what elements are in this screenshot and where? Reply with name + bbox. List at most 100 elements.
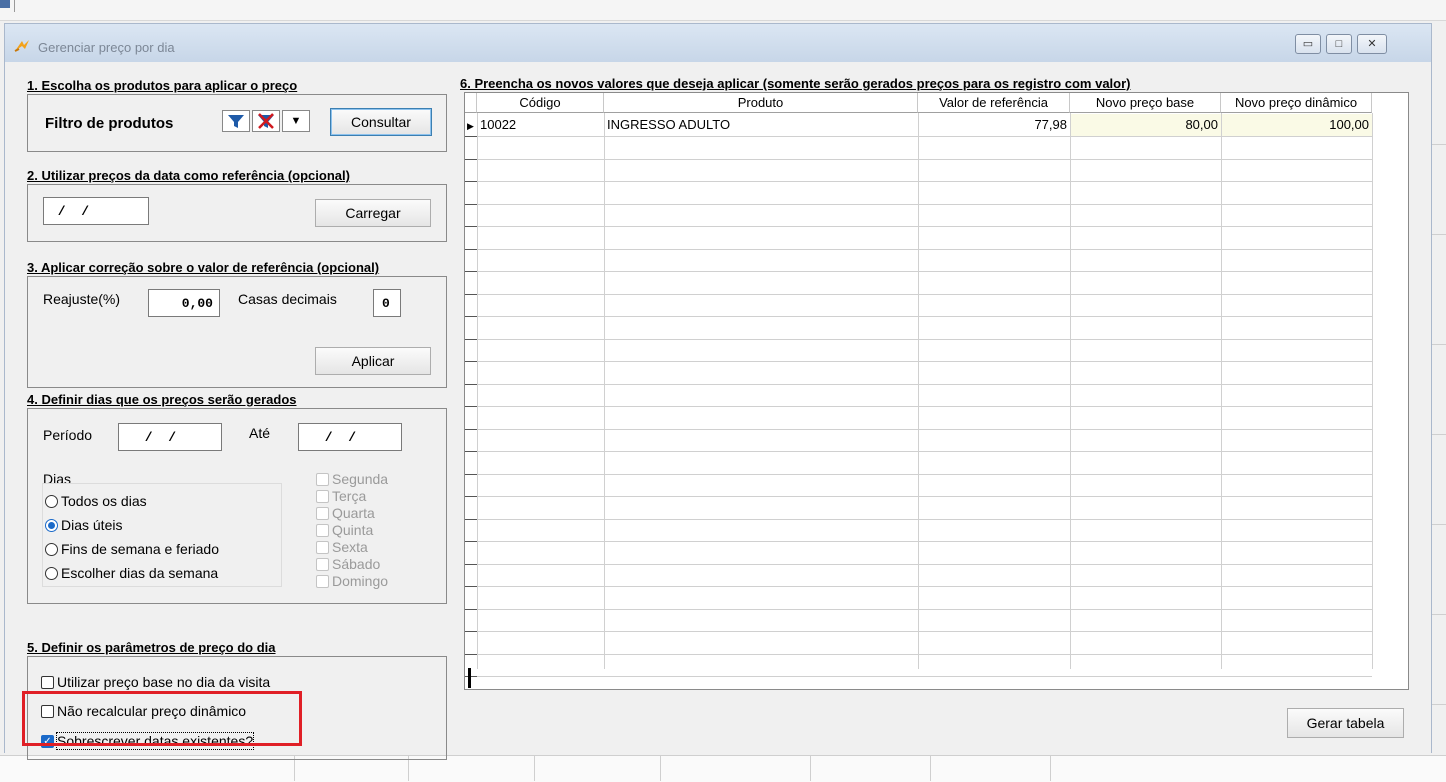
products-grid[interactable]: Código Produto Valor de referência Novo … <box>464 92 1409 690</box>
gerar-tabela-button[interactable]: Gerar tabela <box>1287 708 1404 738</box>
ate-field[interactable] <box>298 423 402 451</box>
radio-dias-uteis[interactable]: Dias úteis <box>45 517 122 533</box>
radio-indicator <box>45 566 58 580</box>
casas-decimais-label: Casas decimais <box>238 291 337 307</box>
column-header-novo-preco-base[interactable]: Novo preço base <box>1070 93 1221 113</box>
window-content: 1. Escolha os produtos para aplicar o pr… <box>5 62 1431 760</box>
checkbox-domingo[interactable]: Domingo <box>316 573 388 589</box>
filter-icon <box>228 115 244 128</box>
grid-row-line <box>477 316 1372 317</box>
background-grid-cell <box>810 756 811 781</box>
checkbox-terca[interactable]: Terça <box>316 488 366 504</box>
row-indicator-tick <box>465 158 477 160</box>
app-icon <box>0 0 10 8</box>
radio-fins-de-semana[interactable]: Fins de semana e feriado <box>45 541 219 557</box>
reference-date-field[interactable] <box>43 197 149 225</box>
radio-todos-os-dias[interactable]: Todos os dias <box>45 493 147 509</box>
maximize-icon: □ <box>1335 38 1343 50</box>
clear-filter-button[interactable] <box>252 110 280 132</box>
background-grid-line <box>1432 614 1446 615</box>
toolbar-separator <box>14 0 15 12</box>
row-indicator-tick <box>465 586 477 587</box>
row-indicator-tick <box>465 631 477 632</box>
carregar-button[interactable]: Carregar <box>315 199 431 227</box>
app-logo-icon <box>14 40 29 52</box>
checkbox-quinta[interactable]: Quinta <box>316 522 373 538</box>
grid-row-line <box>477 293 1372 295</box>
cell-novo-preco-base[interactable]: 80,00 <box>1071 114 1221 136</box>
row-indicator-tick <box>465 361 477 362</box>
row-indicator-tick <box>465 181 477 182</box>
maximize-button[interactable]: □ <box>1326 34 1352 54</box>
current-row-indicator-icon: ▶ <box>467 121 474 131</box>
column-header-codigo[interactable]: Código <box>477 93 604 113</box>
row-indicator-tick <box>465 473 477 475</box>
background-grid-line <box>1432 144 1446 145</box>
periodo-input[interactable] <box>119 424 221 450</box>
checkbox-segunda[interactable]: Segunda <box>316 471 388 487</box>
row-indicator-tick <box>465 608 477 610</box>
chevron-down-icon: ▼ <box>290 115 302 127</box>
column-header-produto[interactable]: Produto <box>604 93 918 113</box>
grid-row-line <box>477 248 1372 250</box>
column-header-novo-preco-dinamico[interactable]: Novo preço dinâmico <box>1221 93 1372 113</box>
radio-escolher-dias[interactable]: Escolher dias da semana <box>45 565 218 581</box>
row-indicator-tick <box>465 428 477 430</box>
background-grid-cell <box>660 756 661 781</box>
cell-novo-preco-dinamico[interactable]: 100,00 <box>1222 114 1372 136</box>
filter-button[interactable] <box>222 110 250 132</box>
cell-valor-referencia[interactable]: 77,98 <box>918 114 1070 136</box>
highlight-box <box>22 691 302 746</box>
periodo-field[interactable] <box>118 423 222 451</box>
section4-box: Período Até Dias Todos os dias Dias útei… <box>27 408 447 604</box>
grid-row-line <box>477 158 1372 160</box>
row-indicator-tick <box>465 293 477 295</box>
close-button[interactable]: ✕ <box>1357 34 1387 54</box>
background-grid-cell <box>930 756 931 781</box>
aplicar-button[interactable]: Aplicar <box>315 347 431 375</box>
casas-decimais-input[interactable] <box>374 290 400 316</box>
checkbox-utilizar-preco-base[interactable]: Utilizar preço base no dia da visita <box>41 674 270 690</box>
cell-produto[interactable]: INGRESSO ADULTO <box>604 114 918 136</box>
cell-codigo[interactable]: 10022 <box>477 114 604 136</box>
checkbox-sexta[interactable]: Sexta <box>316 539 368 555</box>
grid-row-line <box>477 586 1372 587</box>
radio-indicator <box>45 542 58 556</box>
consultar-button[interactable]: Consultar <box>330 108 432 136</box>
row-indicator-tick <box>465 406 477 407</box>
row-indicator-tick <box>465 496 477 497</box>
radio-indicator-selected <box>45 518 58 532</box>
reajuste-label: Reajuste(%) <box>43 291 121 307</box>
grid-row-line <box>477 541 1372 542</box>
filter-dropdown-button[interactable]: ▼ <box>282 110 310 132</box>
section3-box: Reajuste(%) Casas decimais Aplicar <box>27 276 447 388</box>
section1-box: Filtro de produtos ▼ Consultar <box>27 94 447 152</box>
grid-row-line <box>477 136 1372 137</box>
row-indicator-tick <box>465 271 477 272</box>
grid-row-line <box>477 518 1372 520</box>
casas-decimais-field[interactable] <box>373 289 401 317</box>
column-header-valor-referencia[interactable]: Valor de referência <box>918 93 1070 113</box>
title-bar[interactable]: Gerenciar preço por dia ▭ □ ✕ <box>5 24 1431 62</box>
grid-row-line <box>477 451 1372 452</box>
background-grid-line <box>1432 704 1446 705</box>
section6-title: 6. Preencha os novos valores que deseja … <box>460 76 1131 91</box>
background-toolbar <box>0 0 1446 21</box>
background-grid-cell <box>534 756 535 781</box>
grid-row-line <box>477 406 1372 407</box>
grid-row-line <box>477 203 1372 205</box>
row-indicator-tick <box>465 203 477 205</box>
reference-date-input[interactable] <box>44 198 148 224</box>
reajuste-field[interactable] <box>148 289 220 317</box>
row-indicator-tick <box>465 451 477 452</box>
close-icon: ✕ <box>1367 38 1377 50</box>
ate-input[interactable] <box>299 424 401 450</box>
ate-label: Até <box>249 425 271 441</box>
grid-row-line <box>477 361 1372 362</box>
minimize-button[interactable]: ▭ <box>1295 34 1321 54</box>
checkbox-quarta[interactable]: Quarta <box>316 505 375 521</box>
checkbox-sabado[interactable]: Sábado <box>316 556 380 572</box>
reajuste-input[interactable] <box>149 290 219 316</box>
grid-row-line <box>477 181 1372 182</box>
background-grid-cell <box>1050 756 1051 781</box>
